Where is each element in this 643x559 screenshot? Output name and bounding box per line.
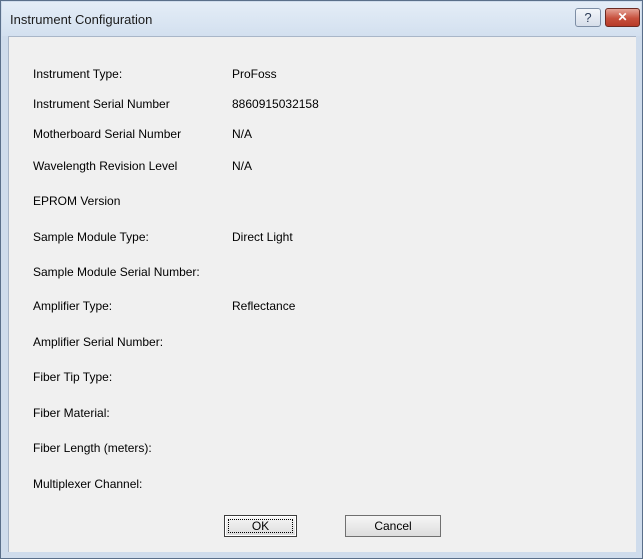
field-value: 8860915032158 bbox=[232, 97, 319, 111]
field-row-amplifier-serial: Amplifier Serial Number: bbox=[9, 335, 629, 355]
field-row-fiber-tip-type: Fiber Tip Type: bbox=[9, 370, 629, 390]
field-row-sample-module-serial: Sample Module Serial Number: bbox=[9, 265, 629, 285]
field-label: Instrument Serial Number bbox=[33, 97, 170, 111]
field-row-instrument-type: Instrument Type: ProFoss bbox=[9, 67, 629, 87]
field-label: Amplifier Serial Number: bbox=[33, 335, 164, 349]
field-label: Wavelength Revision Level bbox=[33, 159, 178, 173]
field-label: EPROM Version bbox=[33, 194, 121, 208]
close-button[interactable]: ✕ bbox=[605, 8, 640, 27]
field-row-wavelength-revision: Wavelength Revision Level N/A bbox=[9, 159, 629, 179]
field-row-multiplexer-channel: Multiplexer Channel: bbox=[9, 477, 629, 497]
window-title: Instrument Configuration bbox=[10, 12, 153, 27]
close-icon: ✕ bbox=[617, 10, 628, 24]
dialog-window: Instrument Configuration ? ✕ Instrument … bbox=[0, 0, 643, 559]
field-label: Amplifier Type: bbox=[33, 299, 113, 313]
ok-button[interactable]: OK bbox=[224, 515, 297, 537]
field-label: Motherboard Serial Number bbox=[33, 127, 182, 141]
field-value: N/A bbox=[232, 127, 253, 141]
field-row-fiber-length: Fiber Length (meters): bbox=[9, 441, 629, 461]
field-label: Sample Module Type: bbox=[33, 230, 149, 244]
title-bar[interactable]: Instrument Configuration ? ✕ bbox=[2, 2, 641, 36]
ok-button-label: OK bbox=[251, 519, 270, 533]
field-value: Reflectance bbox=[232, 299, 296, 313]
field-label: Sample Module Serial Number: bbox=[33, 265, 200, 279]
help-button[interactable]: ? bbox=[575, 8, 601, 27]
help-icon: ? bbox=[584, 10, 592, 25]
cancel-button-label: Cancel bbox=[374, 519, 412, 533]
dialog-body: Instrument Type: ProFoss Instrument Seri… bbox=[8, 36, 636, 552]
field-label: Fiber Material: bbox=[33, 406, 110, 420]
field-value: ProFoss bbox=[232, 67, 277, 81]
field-row-motherboard-serial: Motherboard Serial Number N/A bbox=[9, 127, 629, 147]
cancel-button[interactable]: Cancel bbox=[345, 515, 441, 537]
field-label: Instrument Type: bbox=[33, 67, 123, 81]
field-row-instrument-serial: Instrument Serial Number 8860915032158 bbox=[9, 97, 629, 117]
field-row-fiber-material: Fiber Material: bbox=[9, 406, 629, 426]
field-value: N/A bbox=[232, 159, 253, 173]
field-row-sample-module-type: Sample Module Type: Direct Light bbox=[9, 230, 629, 250]
field-row-eprom-version: EPROM Version bbox=[9, 194, 629, 214]
field-row-amplifier-type: Amplifier Type: Reflectance bbox=[9, 299, 629, 319]
field-label: Fiber Tip Type: bbox=[33, 370, 113, 384]
field-label: Multiplexer Channel: bbox=[33, 477, 143, 491]
field-label: Fiber Length (meters): bbox=[33, 441, 152, 455]
field-value: Direct Light bbox=[232, 230, 293, 244]
